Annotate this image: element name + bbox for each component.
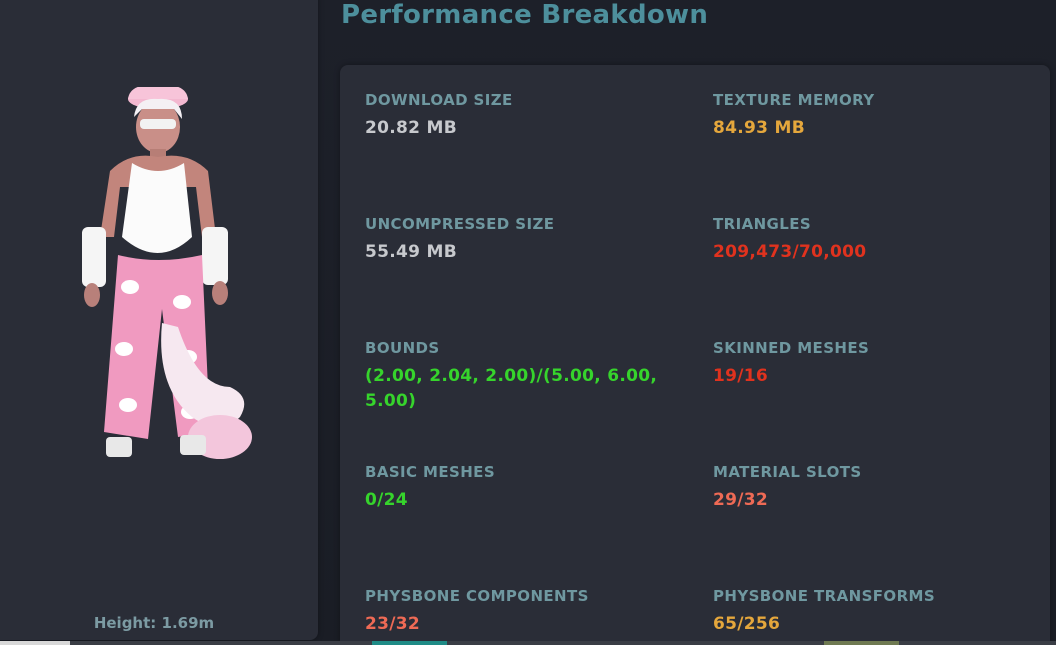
stat-label: TRIANGLES <box>713 215 812 233</box>
stat-label: SKINNED MESHES <box>713 339 870 357</box>
stat-value: 65/256 <box>713 614 781 634</box>
stat-label: TEXTURE MEMORY <box>713 91 875 109</box>
stat-label: UNCOMPRESSED SIZE <box>365 215 555 233</box>
stat-material-slots: MATERIAL SLOTS 29/32 <box>713 463 1013 513</box>
page-title: Performance Breakdown <box>341 0 709 30</box>
stat-value: 20.82 MB <box>365 118 457 138</box>
bottom-bar-segment <box>0 641 70 645</box>
bottom-bar-segment <box>372 641 447 645</box>
stat-label: BASIC MESHES <box>365 463 496 481</box>
stat-label: PHYSBONE TRANSFORMS <box>713 587 936 605</box>
stat-bounds: BOUNDS (2.00, 2.04, 2.00)/(5.00, 6.00, 5… <box>365 339 665 414</box>
performance-stats-panel: DOWNLOAD SIZE 20.82 MB TEXTURE MEMORY 84… <box>340 65 1050 645</box>
stat-uncompressed-size: UNCOMPRESSED SIZE 55.49 MB <box>365 215 665 265</box>
stat-label: BOUNDS <box>365 339 440 357</box>
stat-physbone-components: PHYSBONE COMPONENTS 23/32 <box>365 587 665 637</box>
stat-basic-meshes: BASIC MESHES 0/24 <box>365 463 665 513</box>
performance-breakdown-screen: Height: 1.69m Performance Breakdown DOWN… <box>0 0 1056 645</box>
stat-label: MATERIAL SLOTS <box>713 463 862 481</box>
stat-value: 0/24 <box>365 490 408 510</box>
stat-value: 19/16 <box>713 366 769 386</box>
stat-value: 29/32 <box>713 490 769 510</box>
stat-texture-memory: TEXTURE MEMORY 84.93 MB <box>713 91 1013 141</box>
stat-value: 209,473/70,000 <box>713 242 867 262</box>
stat-value: 55.49 MB <box>365 242 457 262</box>
avatar-height-label: Height: 1.69m <box>93 614 215 632</box>
stat-label: PHYSBONE COMPONENTS <box>365 587 589 605</box>
stat-value: 23/32 <box>365 614 421 634</box>
stat-physbone-transforms: PHYSBONE TRANSFORMS 65/256 <box>713 587 1013 637</box>
stat-label: DOWNLOAD SIZE <box>365 91 513 109</box>
stat-triangles: TRIANGLES 209,473/70,000 <box>713 215 1013 265</box>
stat-value: (2.00, 2.04, 2.00)/(5.00, 6.00, 5.00) <box>365 366 658 411</box>
avatar-model-image <box>82 87 252 459</box>
stat-download-size: DOWNLOAD SIZE 20.82 MB <box>365 91 665 141</box>
stat-skinned-meshes: SKINNED MESHES 19/16 <box>713 339 1013 389</box>
avatar-preview-panel: Height: 1.69m <box>0 0 318 640</box>
stat-value: 84.93 MB <box>713 118 805 138</box>
bottom-bar-segment <box>824 641 899 645</box>
